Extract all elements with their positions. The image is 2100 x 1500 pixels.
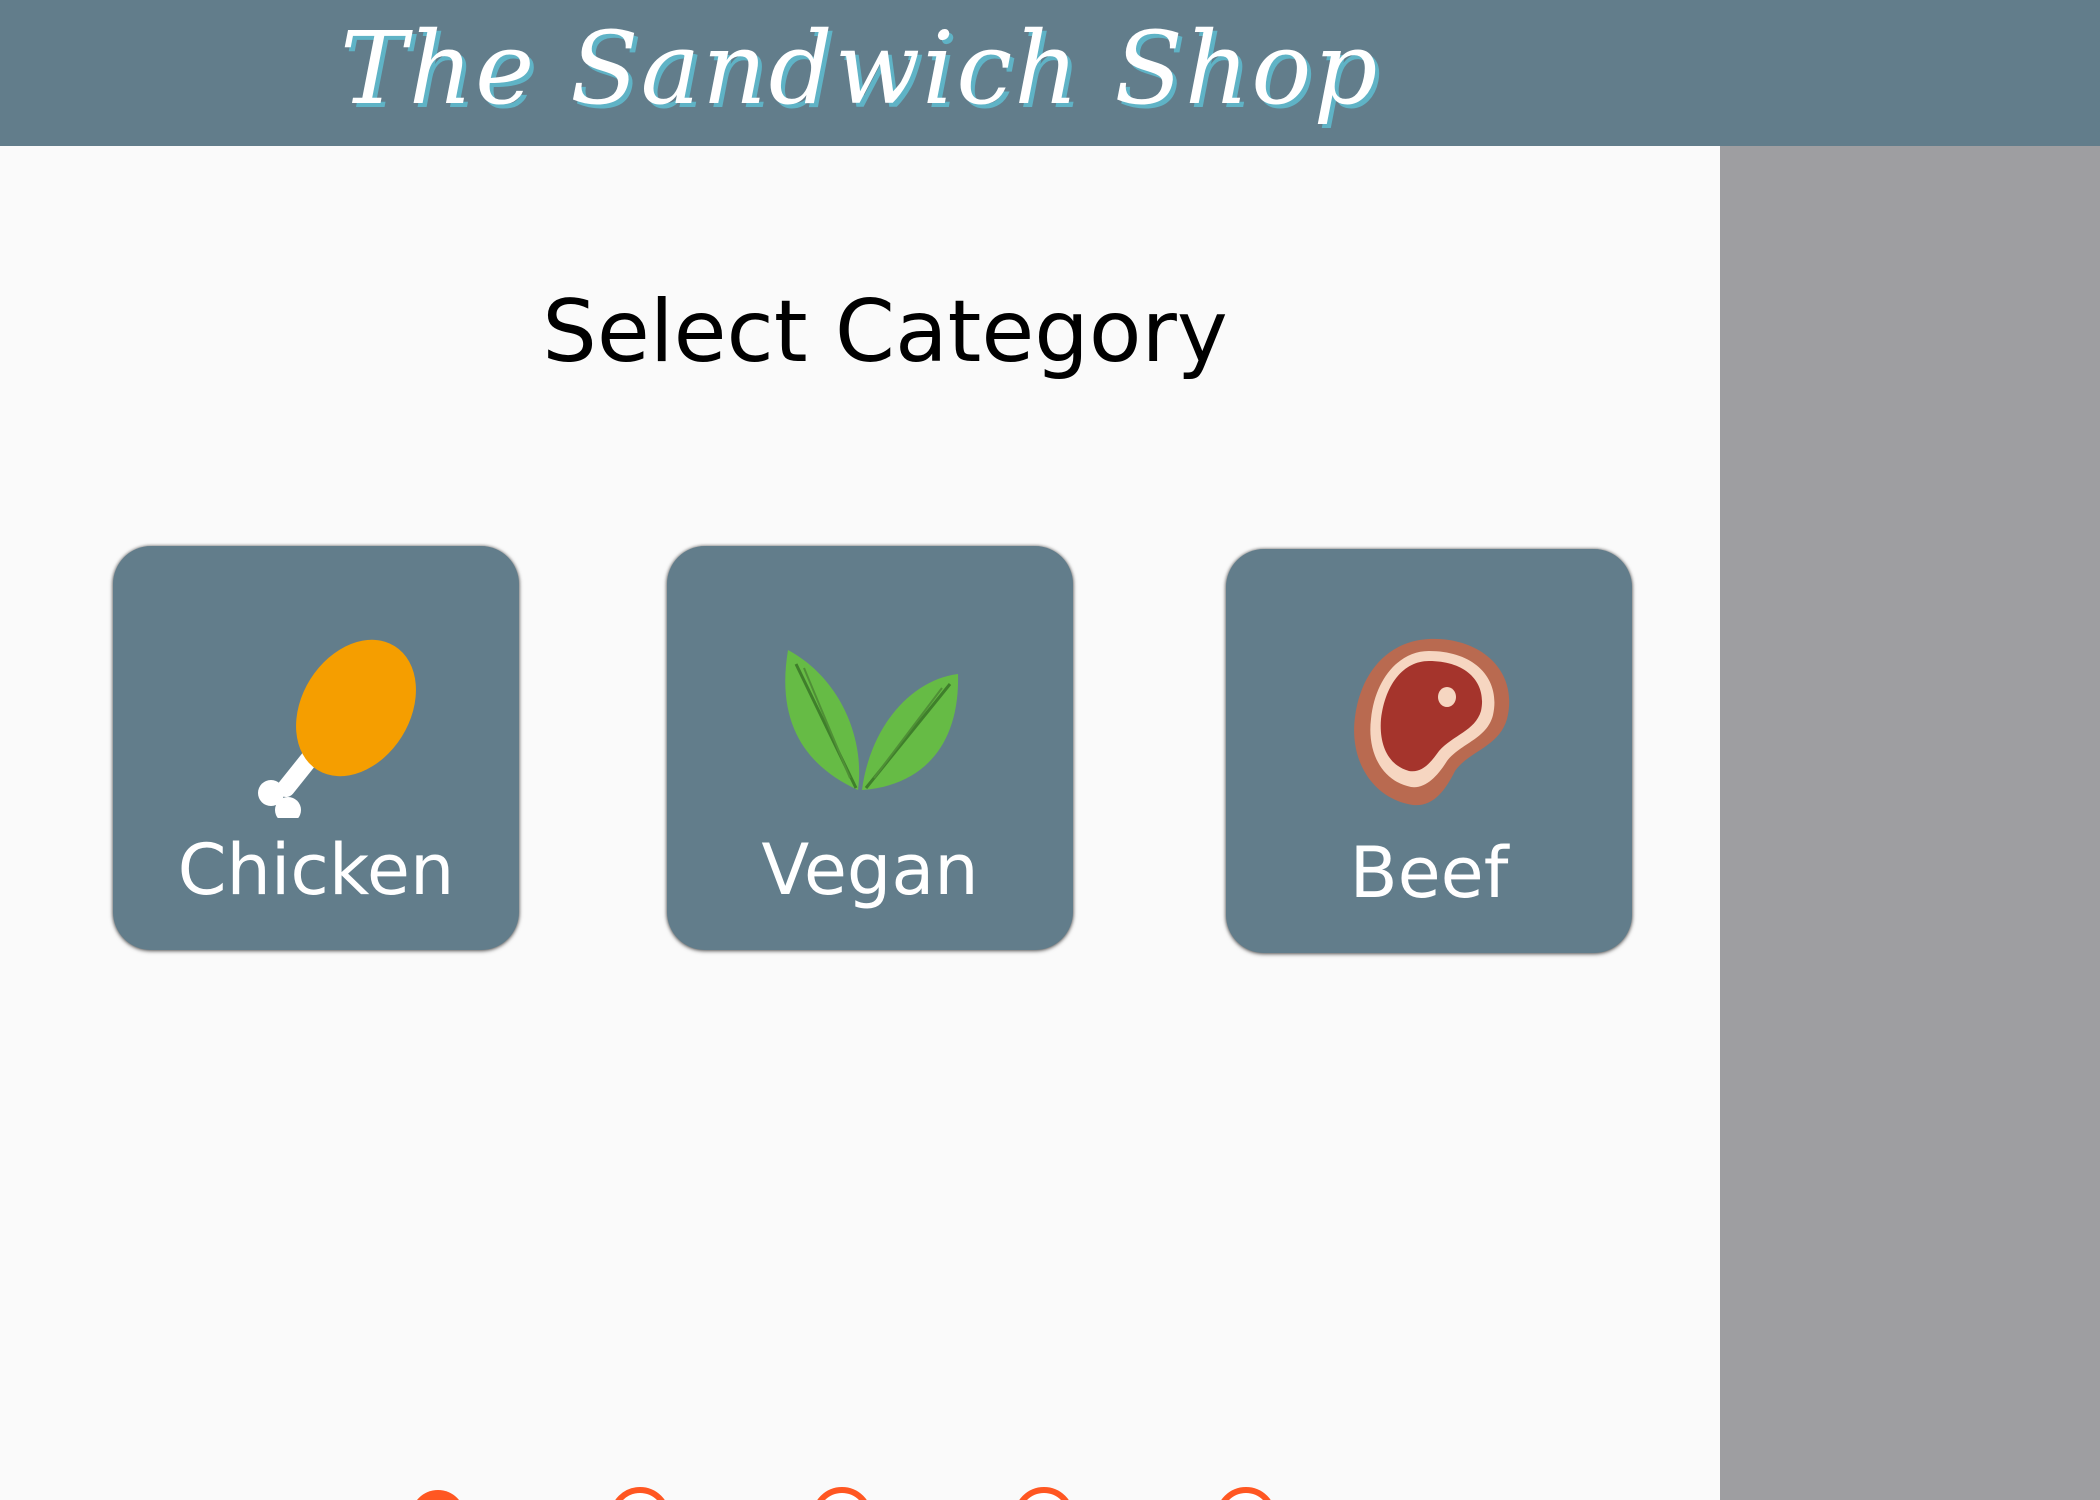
category-label-chicken: Chicken (177, 829, 455, 911)
brand-title: The Sandwich Shop (340, 10, 1380, 127)
category-label-beef: Beef (1349, 832, 1509, 914)
steak-icon (1329, 621, 1529, 821)
stepper-step-2 (615, 1487, 665, 1500)
leaves-icon (770, 618, 970, 818)
header-bar: The Sandwich Shop (0, 0, 2100, 146)
chicken-leg-icon (216, 618, 416, 823)
category-card-vegan[interactable]: Vegan (667, 546, 1073, 950)
progress-stepper (408, 1484, 1280, 1500)
stepper-step-5 (1221, 1487, 1271, 1500)
category-card-chicken[interactable]: Chicken (113, 546, 519, 950)
stepper-step-4 (1019, 1487, 1069, 1500)
app-root: The Sandwich Shop Select Category Chicke… (0, 0, 2100, 1500)
main-panel: Select Category Chicken Vegan Beef (0, 146, 1720, 1500)
category-card-beef[interactable]: Beef (1226, 549, 1632, 953)
stepper-step-3 (817, 1487, 867, 1500)
page-title: Select Category (542, 282, 1228, 382)
category-label-vegan: Vegan (761, 829, 979, 911)
stepper-step-1 (417, 1490, 459, 1500)
